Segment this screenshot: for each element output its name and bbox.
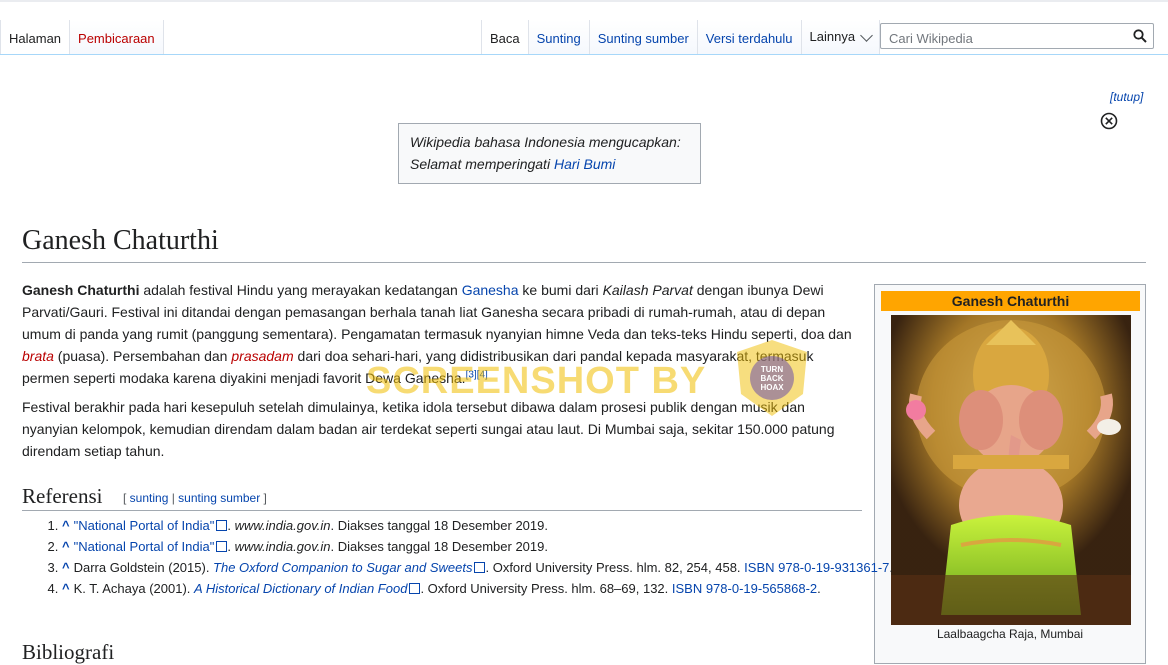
more-menu-label: Lainnya [809,29,856,44]
p1-text1: adalah festival Hindu yang merayakan ked… [139,282,462,298]
isbn-link[interactable]: ISBN 978-0-19-565868-2 [672,581,817,596]
tab-versi-terdahulu[interactable]: Versi terdahulu [697,20,802,54]
isbn-link[interactable]: ISBN 978-0-19-931361-7 [744,560,889,575]
close-icon[interactable] [1100,112,1118,130]
tab-baca[interactable]: Baca [481,20,529,54]
search-box [880,23,1154,49]
search-input[interactable] [887,28,1131,48]
title-divider [22,262,1146,263]
edit-separator: | [168,491,179,505]
external-link-icon [409,583,421,594]
reference-link[interactable]: "National Portal of India" [74,518,215,533]
reference-item: ^K. T. Achaya (2001). A Historical Dicti… [62,579,902,599]
edit-link[interactable]: sunting [130,491,169,505]
reference-link[interactable]: A Historical Dictionary of Indian Food [194,581,407,596]
kailash-italic: Kailash Parvat [602,282,693,298]
notice-line2: Selamat memperingati Hari Bumi [410,153,689,175]
backlink-caret[interactable]: ^ [62,581,70,596]
reference-link[interactable]: "National Portal of India" [74,539,215,554]
namespace-tabs: Halaman Pembicaraan [0,20,164,54]
term-bold: Ganesh Chaturthi [22,282,140,298]
reference-site: www.india.gov.in [234,539,331,554]
reference-end: . [889,560,894,575]
page-title: Ganesh Chaturthi [22,225,219,256]
tab-halaman[interactable]: Halaman [0,20,71,54]
reference-text: . Diakses tanggal 18 Desember 2019. [330,539,548,554]
edit-source-link[interactable]: sunting sumber [178,491,260,505]
reference-link[interactable]: The Oxford Companion to Sugar and Sweets [213,560,472,575]
reference-site: www.india.gov.in [234,518,331,533]
prasadam-redlink[interactable]: prasadam [231,348,293,364]
external-link-icon [216,541,228,552]
infobox-title: Ganesh Chaturthi [881,291,1140,311]
references-heading: Referensi [22,484,103,508]
references-divider [22,510,862,511]
chevron-down-icon [860,28,873,42]
p1-text4: (puasa). Persembahan dan [53,348,232,364]
reference-author: Darra Goldstein (2015). [73,560,214,575]
reference-author: K. T. Achaya (2001). [73,581,195,596]
reference-item: ^Darra Goldstein (2015). The Oxford Comp… [62,558,902,578]
second-paragraph: Festival berakhir pada hari kesepuluh se… [22,399,835,459]
infobox: Ganesh Chaturthi Laalbaagcha Raja, Mumba… [874,284,1146,664]
notice-line2-text: Selamat memperingati [410,156,554,172]
reference-text: . Diakses tanggal 18 Desember 2019. [330,518,548,533]
edit-bracket-close: ] [260,491,267,505]
search-icon[interactable] [1133,29,1147,43]
references-edit-links: [ sunting | sunting sumber ] [123,491,267,505]
reference-text: . Oxford University Press. hlm. 68–69, 1… [420,581,672,596]
top-rule [0,0,1168,2]
reference-end: . [817,581,821,596]
references-list: ^ "National Portal of India". www.india.g… [22,516,902,600]
more-menu[interactable]: Lainnya [801,20,881,54]
top-navigation: Halaman Pembicaraan Baca Sunting Sunting… [0,0,1168,56]
external-link-icon [216,520,228,531]
notice-line1: Wikipedia bahasa Indonesia mengucapkan: [410,134,681,150]
backlink-caret[interactable]: ^ [62,518,70,533]
reference-item: ^"National Portal of India". www.india.g… [62,516,902,536]
view-tabs: Baca Sunting Sunting sumber Versi terdah… [481,20,881,54]
ganesha-link[interactable]: Ganesha [462,282,519,298]
tabbar-divider [0,54,1168,55]
p1-text2: ke bumi dari [518,282,603,298]
intro-paragraph: Ganesh Chaturthi adalah festival Hindu y… [22,279,862,389]
backlink-caret[interactable]: ^ [62,539,70,554]
brata-redlink[interactable]: brata [22,348,54,364]
backlink-caret[interactable]: ^ [62,560,70,575]
infobox-caption: Laalbaagcha Raja, Mumbai [936,627,1084,641]
reference-text: . Oxford University Press. hlm. 82, 254,… [485,560,745,575]
hari-bumi-link[interactable]: Hari Bumi [554,156,615,172]
tab-pembicaraan[interactable]: Pembicaraan [70,20,164,54]
banner-close-link[interactable]: [tutup] [1110,90,1143,104]
external-link-icon [474,562,486,573]
citation-3-4[interactable]: [3][4] [466,369,488,380]
tab-sunting-sumber[interactable]: Sunting sumber [589,20,698,54]
ganesha-idol-image[interactable] [891,315,1131,625]
site-notice: Wikipedia bahasa Indonesia mengucapkan: … [398,123,701,184]
tab-sunting[interactable]: Sunting [528,20,590,54]
edit-bracket-open: [ [123,491,130,505]
bibliography-heading: Bibliografi [22,640,115,664]
reference-item: ^"National Portal of India". www.india.g… [62,537,902,557]
